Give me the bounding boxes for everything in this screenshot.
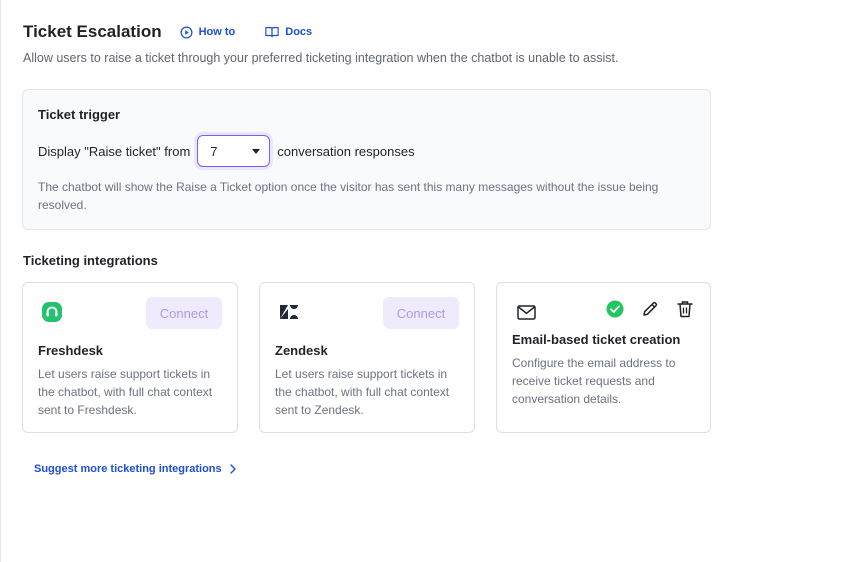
trigger-prefix-text: Display "Raise ticket" from	[38, 143, 191, 159]
zendesk-name: Zendesk	[275, 343, 328, 358]
email-ticket-description: Configure the email address to receive t…	[512, 356, 676, 406]
zendesk-description: Let users raise support tickets in the c…	[275, 367, 450, 417]
trigger-setting-row: Display "Raise ticket" from 7 conversati…	[38, 135, 415, 167]
connected-check-icon	[603, 297, 627, 321]
trigger-suffix-text: conversation responses	[277, 143, 415, 159]
chevron-right-icon	[229, 464, 236, 474]
edit-pencil-icon[interactable]	[638, 297, 662, 321]
freshdesk-name: Freshdesk	[38, 343, 104, 358]
freshdesk-logo-icon	[41, 301, 63, 323]
how-to-label: How to	[198, 26, 236, 38]
caret-down-icon	[252, 148, 261, 154]
envelope-icon	[515, 301, 537, 323]
how-to-link[interactable]: How to	[180, 26, 236, 39]
docs-link[interactable]: Docs	[265, 26, 312, 38]
suggest-integrations-label: Suggest more ticketing integrations	[34, 463, 222, 475]
response-count-value: 7	[210, 143, 218, 159]
play-circle-icon	[180, 26, 193, 39]
delete-trash-icon[interactable]	[673, 297, 697, 321]
docs-label: Docs	[285, 26, 313, 38]
response-count-select[interactable]: 7	[197, 135, 271, 167]
zendesk-logo-icon	[278, 301, 300, 323]
page-subtitle: Allow users to raise a ticket through yo…	[23, 51, 619, 65]
freshdesk-description: Let users raise support tickets in the c…	[38, 367, 213, 417]
ticket-trigger-title: Ticket trigger	[38, 107, 121, 122]
integrations-section-title: Ticketing integrations	[23, 253, 158, 268]
zendesk-connect-button[interactable]: Connect	[383, 297, 459, 329]
page-title: Ticket Escalation	[23, 22, 162, 41]
ticket-trigger-panel: Ticket trigger Display "Raise ticket" fr…	[22, 89, 711, 230]
freshdesk-connect-button[interactable]: Connect	[146, 297, 222, 329]
email-ticket-card: Email-based ticket creation Configure th…	[496, 282, 711, 433]
suggest-integrations-link[interactable]: Suggest more ticketing integrations	[34, 463, 236, 475]
email-ticket-name: Email-based ticket creation	[512, 332, 681, 347]
left-divider	[0, 0, 1, 562]
email-card-actions	[592, 297, 697, 321]
page-header: Ticket Escalation How to Docs	[23, 22, 312, 42]
zendesk-card: Connect Zendesk Let users raise support …	[259, 282, 475, 433]
trigger-help-text: The chatbot will show the Raise a Ticket…	[38, 180, 659, 212]
book-open-icon	[265, 26, 279, 38]
freshdesk-card: Connect Freshdesk Let users raise suppor…	[22, 282, 238, 433]
